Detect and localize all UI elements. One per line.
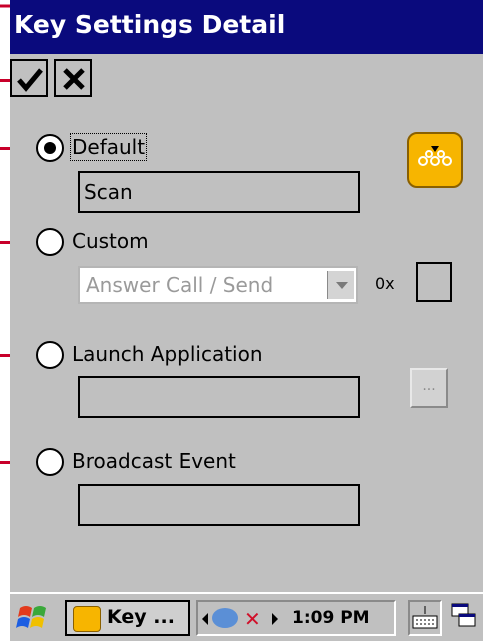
hex-prefix-label: 0x xyxy=(375,274,395,293)
application-path-field[interactable] xyxy=(78,376,360,418)
tray-left-arrow-icon[interactable] xyxy=(202,613,208,625)
browse-button[interactable]: ... xyxy=(410,368,448,408)
scan-key-icon xyxy=(407,132,463,188)
window-switch-icon xyxy=(451,603,476,627)
radio-launch-application[interactable] xyxy=(36,341,64,369)
radio-default[interactable] xyxy=(36,134,64,162)
window-switch-button[interactable] xyxy=(450,600,480,636)
keyboard-icon xyxy=(412,606,438,629)
keyboard-button[interactable] xyxy=(408,600,442,636)
custom-key-select[interactable]: Answer Call / Send xyxy=(78,266,358,304)
start-button[interactable] xyxy=(14,600,54,636)
broadcast-event-field[interactable] xyxy=(78,484,360,526)
launch-application-label[interactable]: Launch Application xyxy=(72,342,263,366)
checkmark-icon xyxy=(17,68,43,92)
tray-right-arrow-icon[interactable] xyxy=(272,613,278,625)
taskbar-task-label: Key ... xyxy=(107,606,175,628)
broadcast-event-label[interactable]: Broadcast Event xyxy=(72,449,236,473)
ok-button[interactable] xyxy=(10,59,48,97)
network-icon[interactable] xyxy=(212,608,238,628)
clock[interactable]: 1:09 PM xyxy=(292,608,370,628)
radio-custom[interactable] xyxy=(36,228,64,256)
custom-label[interactable]: Custom xyxy=(72,229,149,253)
taskbar-task-key-settings[interactable]: Key ... xyxy=(65,600,190,636)
window-title: Key Settings Detail xyxy=(14,10,286,39)
dialog-window: Key Settings Detail Default Scan Custom … xyxy=(10,0,483,641)
taskbar: Key ... ✕ 1:09 PM xyxy=(10,592,483,641)
system-tray: ✕ 1:09 PM xyxy=(196,600,396,636)
default-key-value: Scan xyxy=(78,171,360,213)
cancel-button[interactable] xyxy=(54,59,92,97)
app-icon xyxy=(73,606,101,632)
radio-selected-dot xyxy=(44,142,56,154)
custom-key-select-value: Answer Call / Send xyxy=(86,273,274,297)
chevron-down-icon[interactable] xyxy=(327,271,354,299)
hex-code-input[interactable] xyxy=(416,262,452,302)
windows-flag-icon xyxy=(16,606,46,628)
default-label[interactable]: Default xyxy=(69,133,148,161)
title-bar: Key Settings Detail xyxy=(10,0,483,54)
radio-broadcast-event[interactable] xyxy=(36,448,64,476)
volume-muted-icon[interactable]: ✕ xyxy=(244,608,261,630)
x-icon xyxy=(63,68,85,90)
